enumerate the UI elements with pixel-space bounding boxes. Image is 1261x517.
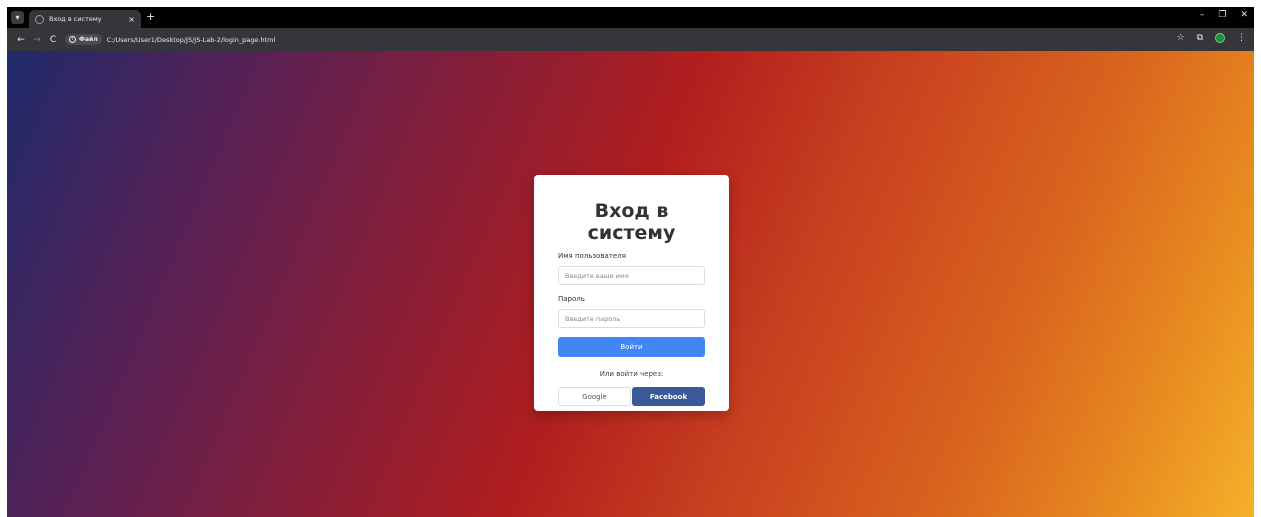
close-icon[interactable]: ×: [128, 15, 135, 24]
or-login-with-text: Или войти через:: [599, 370, 664, 378]
bookmark-star-icon[interactable]: ☆: [1176, 33, 1184, 43]
address-bar[interactable]: i Файл C:/Users/User1/Desktop/JS/JS-Lab-…: [65, 32, 1175, 47]
restore-icon[interactable]: ❐: [1218, 10, 1226, 20]
toolbar-right: ☆ ⧉ ⋮: [1176, 33, 1246, 43]
site-info-label: Файл: [79, 36, 98, 43]
password-label: Пароль: [558, 295, 585, 303]
login-button[interactable]: Войти: [558, 337, 705, 357]
reload-icon[interactable]: C: [45, 35, 61, 45]
new-tab-button[interactable]: +: [146, 10, 155, 23]
username-label: Имя пользователя: [558, 252, 626, 260]
social-login-row: Google Facebook: [558, 387, 705, 406]
window-close-icon[interactable]: ✕: [1240, 10, 1248, 20]
tab-search-icon[interactable]: ▾: [11, 11, 24, 24]
profile-avatar[interactable]: [1215, 33, 1225, 43]
page-background: Вход в систему Имя пользователя Пароль В…: [7, 51, 1254, 517]
username-input[interactable]: [558, 266, 705, 285]
tab-title: Вход в систему: [49, 15, 102, 23]
google-login-button[interactable]: Google: [558, 387, 631, 406]
url-text[interactable]: C:/Users/User1/Desktop/JS/JS-Lab-2/login…: [107, 36, 276, 44]
menu-icon[interactable]: ⋮: [1237, 33, 1246, 43]
forward-icon[interactable]: →: [29, 35, 45, 45]
password-input[interactable]: [558, 309, 705, 328]
minimize-icon[interactable]: –: [1200, 10, 1205, 20]
window-controls: – ❐ ✕: [1200, 10, 1248, 20]
tab-strip: ▾ Вход в систему × + – ❐ ✕: [7, 7, 1254, 28]
extensions-icon[interactable]: ⧉: [1197, 33, 1203, 43]
browser-tab[interactable]: Вход в систему ×: [29, 10, 141, 28]
browser-toolbar: ← → C i Файл C:/Users/User1/Desktop/JS/J…: [7, 28, 1254, 51]
page-title: Вход в систему: [587, 200, 676, 244]
site-info-chip[interactable]: i Файл: [65, 34, 102, 45]
info-icon: i: [69, 36, 76, 43]
globe-icon: [35, 14, 44, 24]
browser-window: ▾ Вход в систему × + – ❐ ✕ ← → C i Файл …: [7, 7, 1254, 517]
login-card: Вход в систему Имя пользователя Пароль В…: [534, 175, 729, 411]
back-icon[interactable]: ←: [13, 35, 29, 45]
facebook-login-button[interactable]: Facebook: [632, 387, 705, 406]
